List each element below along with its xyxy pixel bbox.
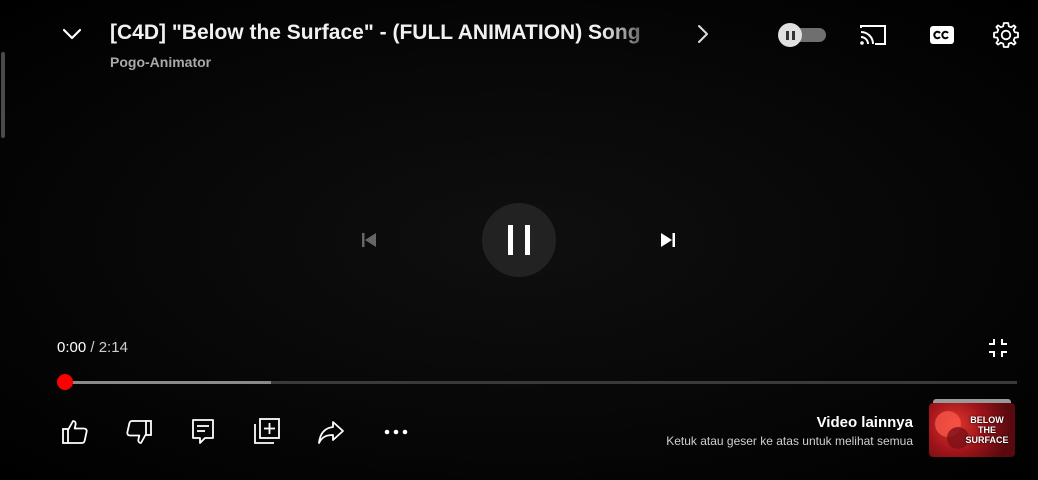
pause-icon: [778, 23, 802, 47]
chevron-right-icon[interactable]: [690, 20, 716, 48]
video-player[interactable]: [C4D] "Below the Surface" - (FULL ANIMAT…: [0, 0, 1038, 480]
more-videos-panel[interactable]: Video lainnya Ketuk atau geser ke atas u…: [666, 413, 913, 449]
time-display: 0:00 / 2:14: [57, 339, 128, 356]
more-videos-hint: Ketuk atau geser ke atas untuk melihat s…: [666, 434, 913, 448]
comments-icon[interactable]: [188, 416, 218, 446]
thumbs-up-icon[interactable]: [60, 417, 90, 447]
next-track-icon[interactable]: [655, 228, 681, 252]
exit-fullscreen-icon[interactable]: [985, 335, 1011, 361]
thumbs-down-icon[interactable]: [124, 417, 154, 447]
cast-icon[interactable]: [856, 20, 890, 50]
more-videos-title: Video lainnya: [816, 414, 913, 431]
chevron-down-icon[interactable]: [58, 20, 86, 48]
current-time: 0:00: [57, 339, 87, 356]
captions-icon[interactable]: [928, 22, 956, 48]
thumbnail-image: BELOW THE SURFACE: [929, 403, 1015, 457]
autoplay-toggle[interactable]: [778, 23, 826, 47]
add-to-playlist-icon[interactable]: [252, 416, 282, 446]
more-videos-thumbnail[interactable]: BELOW THE SURFACE: [929, 399, 1015, 457]
seek-bar[interactable]: [65, 381, 1017, 384]
edge-drag-handle[interactable]: [1, 52, 5, 138]
buffered-bar: [65, 381, 271, 384]
time-separator: /: [90, 339, 95, 356]
gear-icon[interactable]: [990, 19, 1022, 51]
play-pause-button[interactable]: [482, 203, 556, 277]
thumbnail-text: BELOW THE SURFACE: [965, 415, 1009, 445]
share-icon[interactable]: [316, 417, 346, 447]
previous-track-icon[interactable]: [356, 228, 382, 252]
more-horiz-icon[interactable]: [381, 419, 411, 445]
duration: 2:14: [98, 339, 128, 356]
pause-icon: [508, 225, 530, 255]
video-title[interactable]: [C4D] "Below the Surface" - (FULL ANIMAT…: [110, 19, 668, 47]
seek-scrubber[interactable]: [57, 374, 73, 390]
channel-name[interactable]: Pogo-Animator: [110, 54, 211, 70]
